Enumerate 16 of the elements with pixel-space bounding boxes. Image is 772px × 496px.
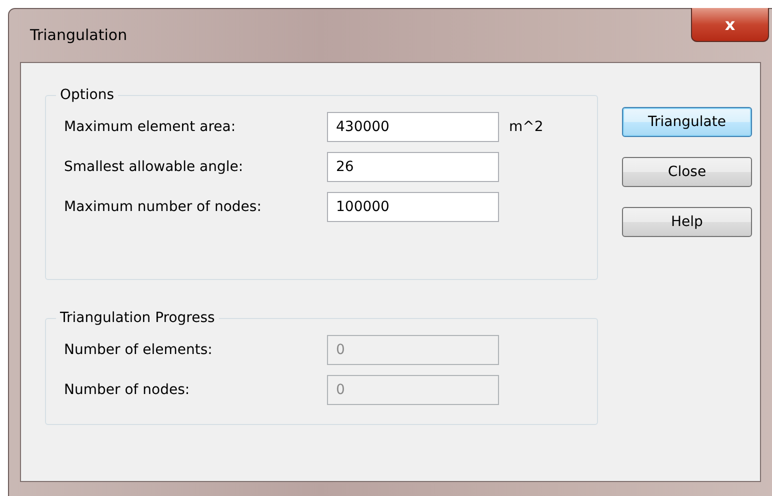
input-field[interactable]: 100000 [327, 192, 499, 222]
window-title: Triangulation [30, 26, 128, 44]
unit-label: m^2 [509, 119, 544, 135]
field-label: Maximum element area: [64, 119, 237, 135]
group-title: Triangulation Progress [59, 310, 216, 326]
dialog-button[interactable]: Help [622, 207, 752, 237]
group-title: Options [59, 87, 116, 103]
field-label: Smallest allowable angle: [64, 159, 244, 175]
input-field[interactable]: 26 [327, 152, 499, 182]
window-close-control[interactable]: x [691, 8, 769, 42]
field-label: Number of nodes: [64, 382, 191, 398]
field-label: Maximum number of nodes: [64, 199, 262, 215]
input-field[interactable]: 430000 [327, 112, 499, 142]
field-label: Number of elements: [64, 342, 214, 358]
dialog-button[interactable]: Triangulate [622, 107, 752, 137]
dialog-button[interactable]: Close [622, 157, 752, 187]
